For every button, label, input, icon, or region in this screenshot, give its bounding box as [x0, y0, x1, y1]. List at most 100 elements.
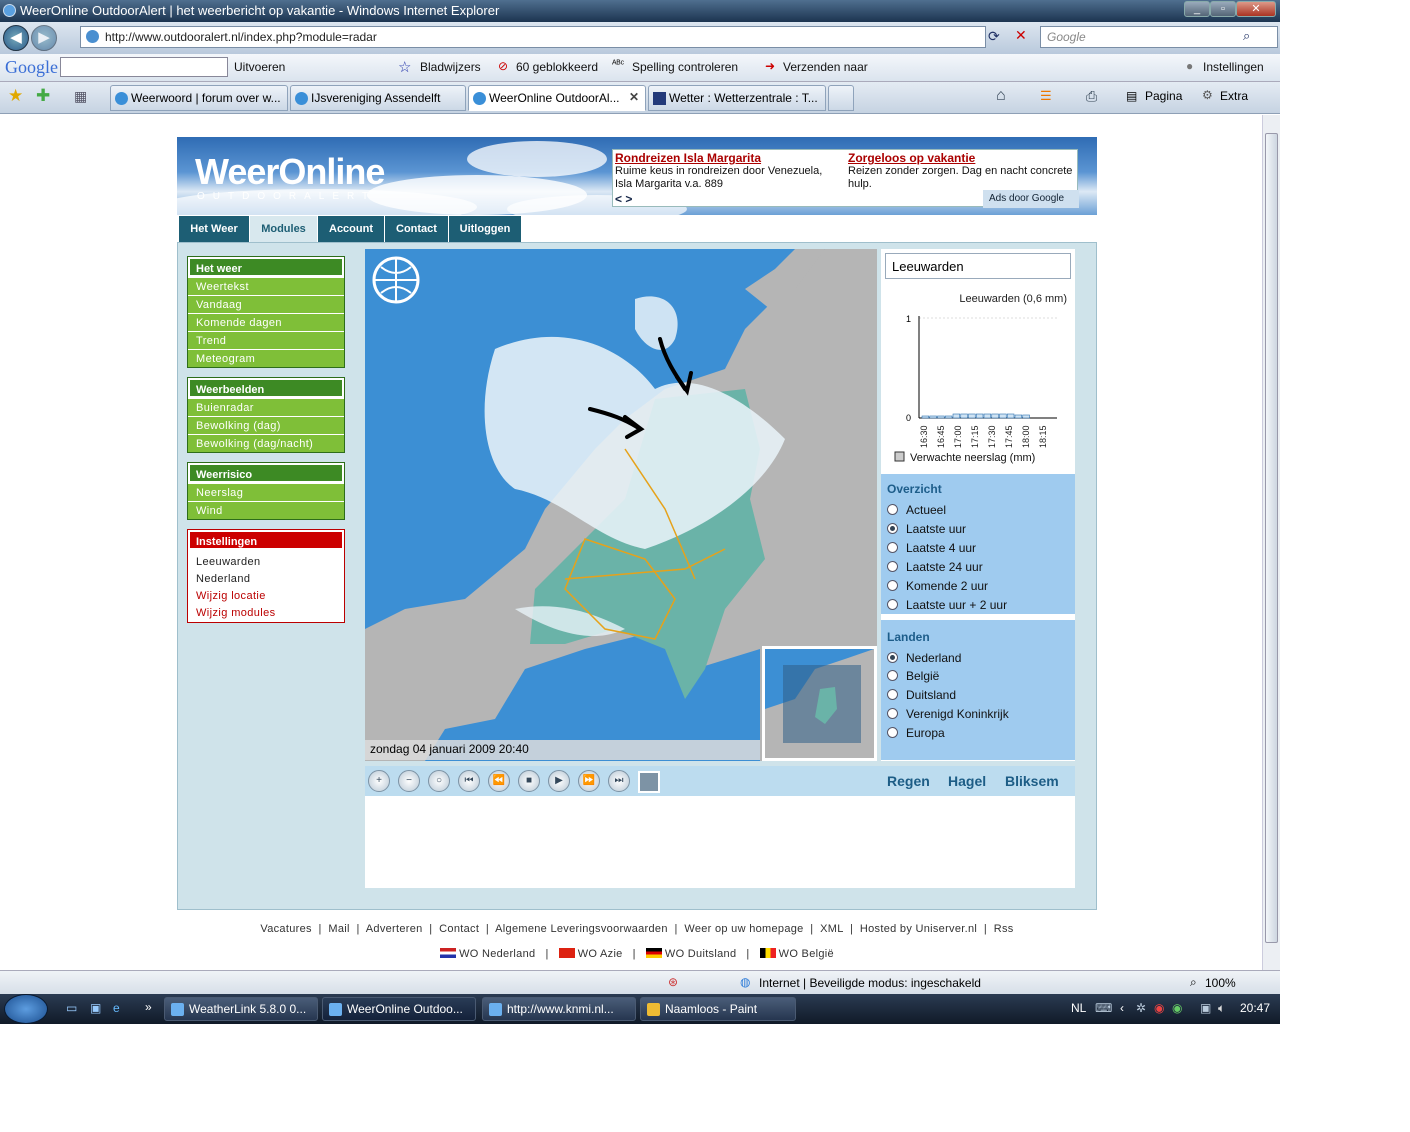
radio-icon[interactable] — [887, 689, 898, 700]
radio-laatste-4-uur[interactable]: Laatste 4 uur — [887, 541, 976, 555]
tools-menu[interactable]: Extra — [1220, 89, 1248, 103]
print-icon[interactable]: ⎙ — [1086, 88, 1097, 105]
close-tab-icon[interactable]: ✕ — [629, 90, 639, 104]
taskbar-paint[interactable]: Naamloos - Paint — [640, 997, 796, 1021]
footer-link[interactable]: Contact — [439, 923, 479, 935]
link-regen[interactable]: Regen — [887, 773, 930, 789]
tab-weeronline[interactable]: WeerOnline OutdoorAl... ✕ — [468, 85, 646, 111]
first-frame-icon[interactable]: ⏮ — [458, 770, 480, 792]
link-bliksem[interactable]: Bliksem — [1005, 773, 1059, 789]
close-button[interactable]: ✕ — [1236, 1, 1276, 17]
taskbar-weatherlink[interactable]: WeatherLink 5.8.0 0... — [164, 997, 318, 1021]
nav-uitloggen[interactable]: Uitloggen — [449, 216, 522, 242]
tab-ijsvereniging[interactable]: IJsvereniging Assendelft — [290, 85, 466, 111]
ad-link[interactable]: Zorgeloos op vakantie — [848, 151, 1074, 165]
radio-icon[interactable] — [887, 599, 898, 610]
radio-laatste-uur[interactable]: Laatste uur — [887, 522, 966, 536]
radio-icon[interactable] — [887, 670, 898, 681]
footer-site-link[interactable]: WO Nederland — [459, 948, 535, 960]
footer-link[interactable]: Adverteren — [366, 923, 423, 935]
footer-link[interactable]: Rss — [994, 923, 1014, 935]
footer-link[interactable]: Hosted by Uniserver.nl — [860, 923, 977, 935]
network-icon[interactable]: ▣ — [1200, 1001, 1211, 1015]
window-toggle-icon[interactable] — [638, 771, 660, 793]
footer-site-link[interactable]: WO België — [779, 948, 834, 960]
footer-link[interactable]: Vacatures — [260, 923, 311, 935]
maximize-button[interactable]: ▫ — [1210, 1, 1236, 17]
settings-button[interactable]: Instellingen — [1203, 60, 1264, 74]
radio-actueel[interactable]: Actueel — [887, 503, 946, 517]
radio-nederland[interactable]: Nederland — [887, 651, 961, 665]
language-indicator[interactable]: NL — [1071, 1001, 1086, 1015]
radio-verenigd-koninkrijk[interactable]: Verenigd Koninkrijk — [887, 707, 1009, 721]
ie-quicklaunch-icon[interactable]: e — [113, 1001, 120, 1015]
back-button[interactable]: ◀ — [3, 25, 29, 51]
volume-icon[interactable]: 🔈︎ — [1218, 1001, 1225, 1016]
radio-icon[interactable] — [887, 727, 898, 738]
tab-wetterzentrale[interactable]: Wetter : Wetterzentrale : T... — [648, 85, 826, 111]
popup-blocked-button[interactable]: 60 geblokkeerd — [516, 60, 598, 74]
radio-icon[interactable] — [887, 708, 898, 719]
ad-nav-arrows[interactable]: < > — [615, 192, 632, 206]
minimize-button[interactable]: _ — [1184, 1, 1210, 17]
radio-laatste-uur-plus-2[interactable]: Laatste uur + 2 uur — [887, 598, 1007, 612]
radio-icon[interactable] — [887, 504, 898, 515]
new-tab-button[interactable] — [828, 85, 854, 111]
stop-icon[interactable]: ✕ — [1015, 27, 1027, 44]
feeds-icon[interactable]: ☰ — [1040, 88, 1052, 104]
radio-selected-icon[interactable] — [887, 523, 898, 534]
nav-het-weer[interactable]: Het Weer — [179, 216, 250, 242]
security-zone[interactable]: Internet | Beveiligde modus: ingeschakel… — [759, 976, 981, 990]
bookmarks-button[interactable]: Bladwijzers — [420, 60, 481, 74]
url-input[interactable]: http://www.outdooralert.nl/index.php?mod… — [80, 26, 986, 48]
location-input[interactable]: Leeuwarden — [885, 253, 1071, 279]
sidebar-item-komende-dagen[interactable]: Komende dagen — [188, 313, 344, 331]
refresh-icon[interactable]: ⟳ — [988, 28, 1000, 45]
footer-link[interactable]: Weer op uw homepage — [684, 923, 803, 935]
switch-windows-icon[interactable]: ▣ — [90, 1001, 101, 1015]
scroll-thumb[interactable] — [1265, 133, 1278, 943]
rewind-icon[interactable]: ⏪ — [488, 770, 510, 792]
sidebar-item-weertekst[interactable]: Weertekst — [188, 277, 344, 295]
sidebar-item-meteogram[interactable]: Meteogram — [188, 349, 344, 367]
zoom-in-icon[interactable]: + — [368, 770, 390, 792]
overview-minimap[interactable] — [762, 646, 877, 761]
last-frame-icon[interactable]: ⏭ — [608, 770, 630, 792]
footer-link[interactable]: XML — [820, 923, 843, 935]
footer-link[interactable]: Algemene Leveringsvoorwaarden — [495, 923, 668, 935]
radio-duitsland[interactable]: Duitsland — [887, 688, 956, 702]
ads-by-google[interactable]: Ads door Google — [983, 190, 1079, 208]
spellcheck-button[interactable]: Spelling controleren — [632, 60, 738, 74]
radio-komende-2-uur[interactable]: Komende 2 uur — [887, 579, 988, 593]
google-go-button[interactable]: Uitvoeren — [234, 60, 285, 74]
tray-expand-icon[interactable]: ‹ — [1120, 1001, 1124, 1015]
taskbar-weeronline[interactable]: WeerOnline Outdoo... — [322, 997, 476, 1021]
quick-tabs-icon[interactable]: ▦ — [74, 88, 87, 105]
zoom-reset-icon[interactable]: ○ — [428, 770, 450, 792]
change-location-link[interactable]: Wijzig locatie — [188, 587, 344, 604]
tab-weerwoord[interactable]: Weerwoord | forum over w... — [110, 85, 288, 111]
radio-icon[interactable] — [887, 580, 898, 591]
google-search-input[interactable] — [60, 57, 228, 77]
favorites-star-icon[interactable]: ★ — [8, 86, 23, 106]
sidebar-item-buienradar[interactable]: Buienradar — [188, 398, 344, 416]
tray-app-icon[interactable]: ◉ — [1154, 1001, 1164, 1015]
radar-map[interactable]: zondag 04 januari 2009 20:40 — [365, 249, 877, 761]
zoom-level[interactable]: 100% — [1205, 976, 1236, 990]
link-hagel[interactable]: Hagel — [948, 773, 986, 789]
clock[interactable]: 20:47 — [1240, 1001, 1270, 1015]
search-icon[interactable]: ⌕ — [1243, 28, 1250, 44]
keyboard-icon[interactable]: ⌨ — [1095, 1001, 1112, 1015]
radio-laatste-24-uur[interactable]: Laatste 24 uur — [887, 560, 983, 574]
home-icon[interactable]: ⌂ — [996, 87, 1006, 105]
tray-app-icon[interactable]: ◉ — [1172, 1001, 1182, 1015]
radio-europa[interactable]: Europa — [887, 726, 945, 740]
stop-icon[interactable]: ■ — [518, 770, 540, 792]
start-button[interactable] — [4, 994, 48, 1024]
show-desktop-icon[interactable]: ▭ — [66, 1001, 77, 1015]
ad-link[interactable]: Rondreizen Isla Margarita — [615, 151, 841, 165]
fast-forward-icon[interactable]: ⏩ — [578, 770, 600, 792]
site-logo[interactable]: WeerOnline — [195, 151, 385, 193]
sidebar-item-neerslag[interactable]: Neerslag — [188, 483, 344, 501]
sidebar-item-bewolking-dag[interactable]: Bewolking (dag) — [188, 416, 344, 434]
